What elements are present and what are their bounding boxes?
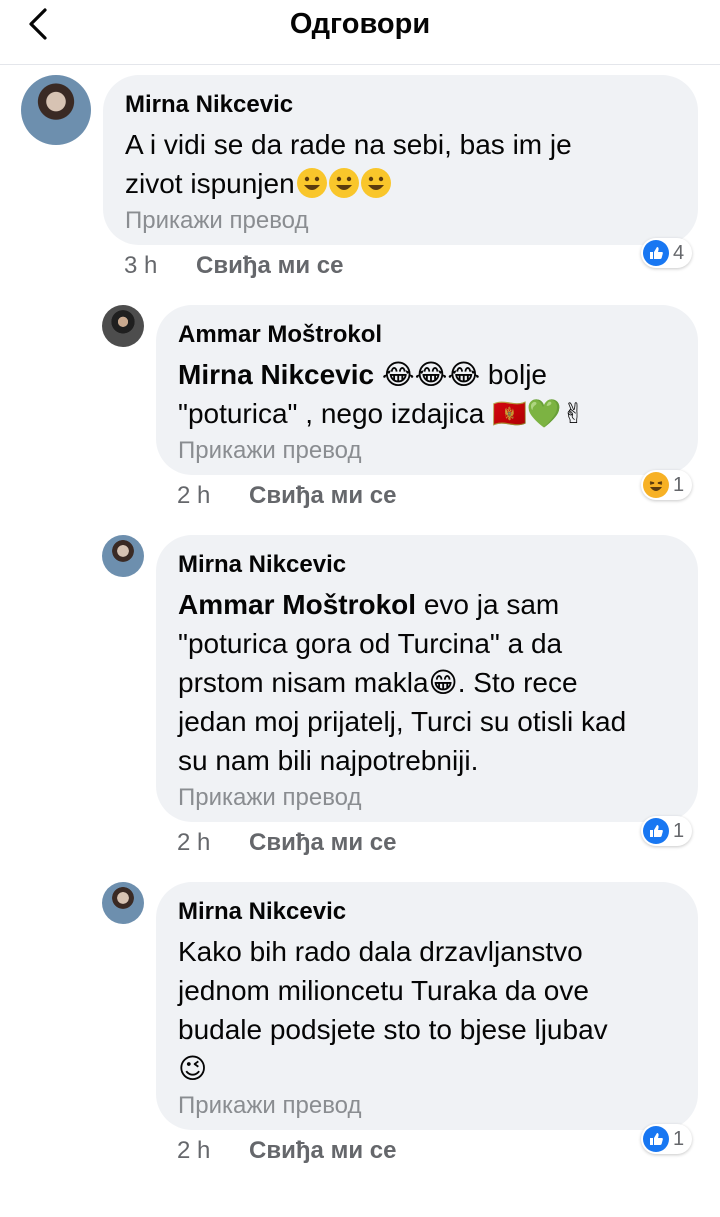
comment-line: "poturica" , nego izdajica (178, 398, 485, 429)
avatar[interactable] (21, 75, 91, 145)
comment-meta: 3 h Свиђа ми се (124, 250, 343, 282)
avatar[interactable] (102, 882, 144, 924)
top-bar: Одговори (0, 0, 720, 65)
like-button[interactable]: Свиђа ми се (249, 480, 396, 512)
comment-author[interactable]: Mirna Nikcevic (178, 896, 678, 928)
comment-bubble: Mirna Nikcevic A i vidi se da rade na se… (103, 75, 698, 245)
reaction-count-badge[interactable]: 1 (641, 816, 693, 846)
comment-line: zivot ispunjen (125, 168, 295, 199)
laughing-emoji-icon: 😂😂😂 (381, 359, 481, 390)
comment-line: . Sto rece (457, 667, 578, 698)
reaction-count-badge[interactable]: 4 (641, 238, 693, 268)
reaction-count-badge[interactable]: 1 (641, 470, 693, 500)
avatar[interactable] (102, 535, 144, 577)
comment-line: Kako bih rado dala drzavljanstvo (178, 936, 583, 967)
grin-emoji-icon: 😁 (428, 667, 458, 698)
mention-link[interactable]: Ammar Moštrokol (178, 589, 416, 620)
comment-text: Kako bih rado dala drzavljanstvo jednom … (178, 932, 678, 1088)
like-icon (643, 240, 669, 266)
comment-author[interactable]: Mirna Nikcevic (125, 89, 678, 121)
like-icon (643, 818, 669, 844)
grinning-emoji-icon (295, 168, 391, 199)
comment-line: evo ja sam (423, 589, 560, 620)
comment-line: bolje (487, 359, 547, 390)
reaction-count: 1 (673, 819, 685, 842)
haha-icon (643, 472, 669, 498)
see-translation-link[interactable]: Прикажи превод (178, 1090, 678, 1122)
timestamp: 2 h (177, 482, 211, 509)
comment-meta: 2 h Свиђа ми се (177, 1135, 396, 1167)
comment-line: "poturica gora od Turcina" a da (178, 628, 563, 659)
comment-line: prstom nisam makla (178, 667, 429, 698)
comment-author[interactable]: Mirna Nikcevic (178, 549, 678, 581)
like-button[interactable]: Свиђа ми се (249, 1135, 396, 1167)
comment-meta: 2 h Свиђа ми се (177, 480, 396, 512)
comment-author[interactable]: Ammar Moštrokol (178, 319, 678, 351)
comment-meta: 2 h Свиђа ми се (177, 827, 396, 859)
comment-text: Ammar Moštrokol evo ja sam "poturica gor… (178, 585, 678, 780)
comment-line: jednom milioncetu Turaka da ove (178, 975, 589, 1006)
comment-line: su nam bili najpotrebniji. (178, 745, 479, 776)
avatar[interactable] (102, 305, 144, 347)
timestamp: 3 h (124, 252, 158, 279)
reaction-count: 1 (673, 1127, 685, 1150)
like-icon (643, 1126, 669, 1152)
like-button[interactable]: Свиђа ми се (196, 250, 343, 282)
mention-link[interactable]: Mirna Nikcevic (178, 359, 374, 390)
comment-text: A i vidi se da rade na sebi, bas im je z… (125, 125, 678, 203)
comment-line: jedan moj prijatelj, Turci su otisli kad (178, 706, 627, 737)
winking-emoji-icon: 😉 (178, 1053, 208, 1084)
see-translation-link[interactable]: Прикажи превод (178, 782, 678, 814)
comment-bubble: Mirna Nikcevic Kako bih rado dala drzavl… (156, 882, 698, 1130)
timestamp: 2 h (177, 829, 211, 856)
reaction-count-badge[interactable]: 1 (641, 1124, 693, 1154)
see-translation-link[interactable]: Прикажи превод (178, 435, 678, 467)
reaction-count: 1 (673, 473, 685, 496)
reaction-count: 4 (673, 241, 685, 264)
timestamp: 2 h (177, 1137, 211, 1164)
flag-heart-peace-emoji-icon: 🇲🇪💚✌ (492, 398, 586, 429)
comment-bubble: Mirna Nikcevic Ammar Moštrokol evo ja sa… (156, 535, 698, 822)
comment-text: Mirna Nikcevic 😂😂😂 bolje "poturica" , ne… (178, 355, 678, 433)
comment-bubble: Ammar Moštrokol Mirna Nikcevic 😂😂😂 bolje… (156, 305, 698, 475)
comment-line: A i vidi se da rade na sebi, bas im je (125, 129, 572, 160)
like-button[interactable]: Свиђа ми се (249, 827, 396, 859)
page-title: Одговори (289, 8, 431, 40)
comment-line: budale podsjete sto to bjese ljubav (178, 1014, 608, 1045)
see-translation-link[interactable]: Прикажи превод (125, 205, 678, 237)
